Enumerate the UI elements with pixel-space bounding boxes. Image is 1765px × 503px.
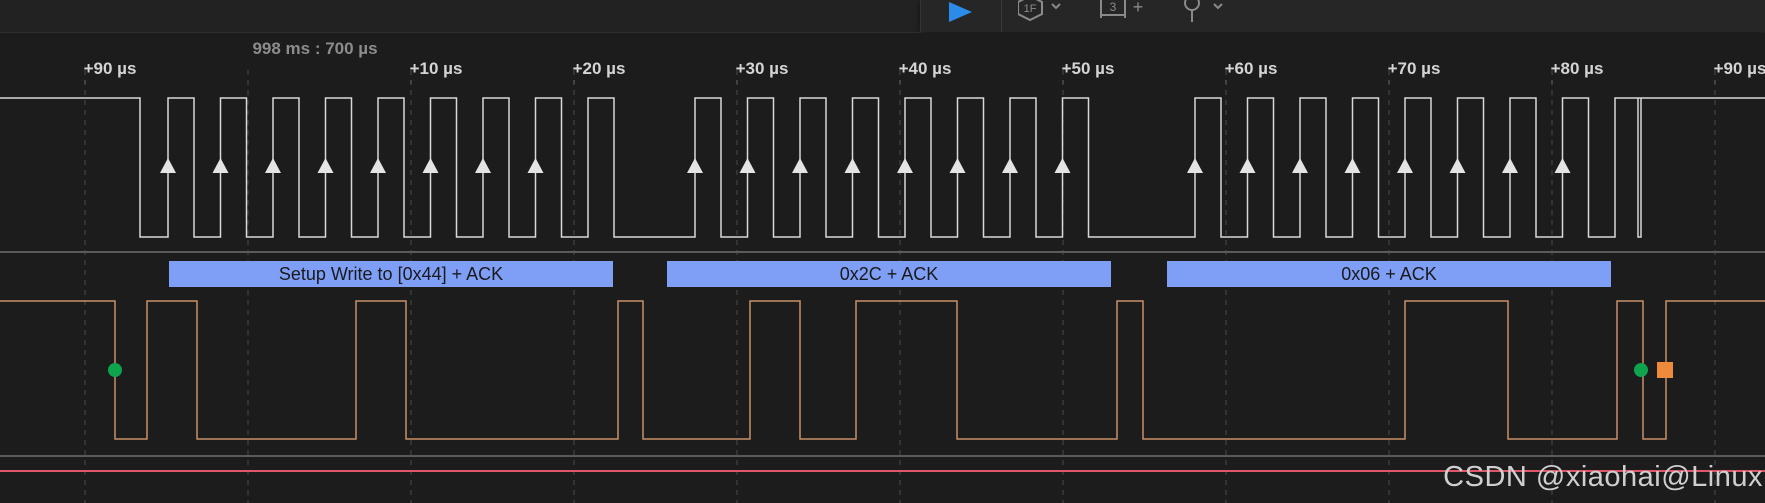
ruler-label: +10 µs: [410, 59, 463, 78]
decoded-frame-label: 0x06 + ACK: [1341, 264, 1437, 284]
restart-condition-dot: [1634, 363, 1648, 377]
ruler-label: +60 µs: [1225, 59, 1278, 78]
ruler-label: +70 µs: [1388, 59, 1441, 78]
ruler-label: +40 µs: [899, 59, 952, 78]
time-anchor-label: 998 ms : 700 µs: [252, 39, 377, 58]
ruler-label: +80 µs: [1551, 59, 1604, 78]
ruler-label: +20 µs: [573, 59, 626, 78]
decoded-frame-label: 0x2C + ACK: [840, 264, 939, 284]
ruler-label: +90 µs: [1714, 59, 1765, 78]
ruler-label: +50 µs: [1062, 59, 1115, 78]
start-condition-dot: [108, 363, 122, 377]
stop-condition-square: [1657, 362, 1673, 378]
decoded-frames: Setup Write to [0x44] + ACK 0x2C + ACK 0x0…: [169, 261, 1611, 287]
ruler-label: +30 µs: [736, 59, 789, 78]
waveform-timeline[interactable]: 998 ms : 700 µs +90 µs +10 µs +20 µs +30 µs…: [0, 0, 1765, 503]
watermark: CSDN @xiaohai@Linux: [1443, 461, 1763, 493]
ruler-label: +90 µs: [84, 59, 137, 78]
decoded-frame-label: Setup Write to [0x44] + ACK: [279, 264, 503, 284]
